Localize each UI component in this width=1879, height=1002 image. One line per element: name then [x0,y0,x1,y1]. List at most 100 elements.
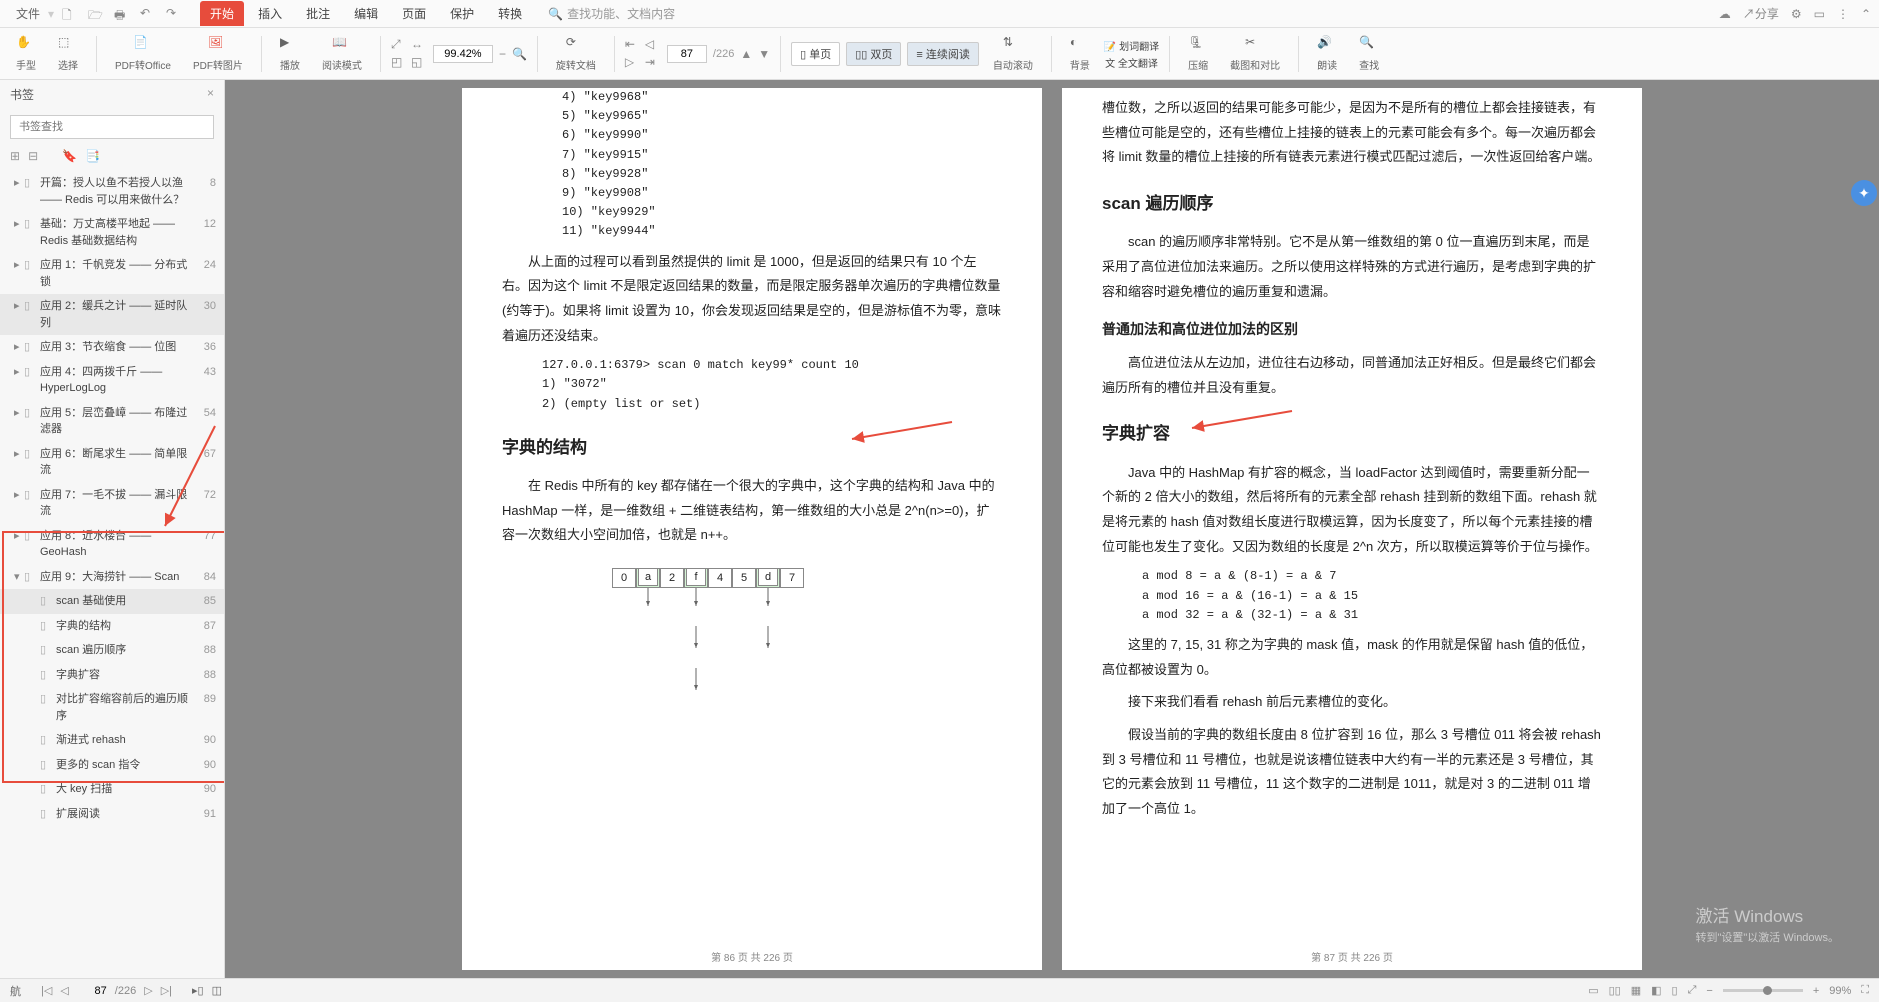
file-menu[interactable]: 文件 [8,5,48,22]
bookmark-item[interactable]: ▯扩展阅读91 [0,802,224,827]
last-icon[interactable]: ▷| [161,984,172,997]
view4-icon[interactable]: ◧ [1651,984,1661,997]
page-up-icon[interactable]: ▲ [740,47,752,61]
bookmark-item[interactable]: ▯对比扩容缩容前后的遍历顺序89 [0,687,224,728]
bookmark-item[interactable]: ▾▯应用 9：大海捞针 —— Scan84 [0,565,224,590]
bookmark-item[interactable]: ▸▯应用 6：断尾求生 —— 简单限流67 [0,442,224,483]
tab-protect[interactable]: 保护 [440,1,484,26]
zoom-in-icon[interactable]: 🔍 [512,47,527,61]
bookmark-item[interactable]: ▸▯应用 7：一毛不拔 —— 漏斗限流72 [0,483,224,524]
bookmark-icon[interactable]: 🔖 [62,149,77,163]
speak-button[interactable]: 🔊朗读 [1309,35,1345,72]
pdf-to-image[interactable]: 🖼PDF转图片 [185,35,251,72]
double-page-button[interactable]: ▯▯ 双页 [846,42,901,66]
compress-button[interactable]: 🗜压缩 [1180,35,1216,72]
bookmark-item[interactable]: ▯更多的 scan 指令90 [0,753,224,778]
bookmark-item[interactable]: ▸▯应用 2：缓兵之计 —— 延时队列30 [0,294,224,335]
zoom1-icon[interactable]: ◰ [391,55,407,71]
auto-scroll[interactable]: ⇅自动滚动 [985,35,1041,72]
close-sidebar-icon[interactable]: × [207,86,214,103]
read-mode[interactable]: 📖阅读模式 [314,35,370,72]
zoom2-icon[interactable]: ◱ [411,55,427,71]
word-translate[interactable]: 📝 划词翻译 [1104,38,1159,53]
cloud-icon[interactable]: ☁ [1719,7,1731,21]
view6-icon[interactable]: ⤢ [1688,984,1697,997]
tab-annotate[interactable]: 批注 [296,1,340,26]
sidebar-toggle-icon[interactable]: ▸▯ [192,984,204,997]
bookmark-item[interactable]: ▸▯应用 8：近水楼台 —— GeoHash77 [0,524,224,565]
tab-page[interactable]: 页面 [392,1,436,26]
find-button[interactable]: 🔍查找 [1351,35,1387,72]
bookmark-item[interactable]: ▯scan 基础使用85 [0,589,224,614]
chevron-up-icon[interactable]: ⌃ [1861,7,1871,21]
tab-edit[interactable]: 编辑 [344,1,388,26]
pdf-to-office[interactable]: 📄PDF转Office [107,35,179,72]
fullscreen-icon[interactable]: ⛶ [1861,984,1869,997]
zoom-width-icon[interactable]: ↔ [411,37,427,53]
tab-start[interactable]: 开始 [200,1,244,26]
paragraph: 假设当前的字典的数组长度由 8 位扩容到 16 位，那么 3 号槽位 011 将… [1102,723,1602,822]
new-icon[interactable]: 🗋 [62,6,78,22]
global-search[interactable]: 查找功能、文档内容 [567,5,675,22]
page-input[interactable] [667,45,707,63]
next-page-icon[interactable]: ▷ [625,55,641,71]
bookmark-item[interactable]: ▯scan 遍历顺序88 [0,638,224,663]
prev-page-icon[interactable]: ◁ [645,37,661,53]
tab-insert[interactable]: 插入 [248,1,292,26]
last-page-icon[interactable]: ⇥ [645,55,661,71]
view3-icon[interactable]: ▦ [1631,984,1641,997]
single-page-button[interactable]: ▯ 单页 [791,42,840,66]
first-icon[interactable]: |◁ [41,984,52,997]
rotate-button[interactable]: ⟳旋转文档 [548,35,604,72]
assistant-badge[interactable]: ✦ [1851,180,1877,206]
view2-icon[interactable]: ▯▯ [1609,984,1621,997]
bookmark-item[interactable]: ▸▯应用 3：节衣缩食 —— 位图36 [0,335,224,360]
continuous-button[interactable]: ≡ 连续阅读 [907,42,978,66]
more-icon[interactable]: ⋮ [1837,7,1849,21]
print-icon[interactable]: 🖶 [114,6,130,22]
zoom-in-status[interactable]: + [1813,985,1819,997]
tab-convert[interactable]: 转换 [488,1,532,26]
zoom-fit-icon[interactable]: ⤢ [391,37,407,53]
background-button[interactable]: ◐背景 [1062,35,1098,72]
panel-icon[interactable]: ◫ [212,984,222,997]
page-total: /226 [713,48,734,60]
next-icon[interactable]: ▷ [144,984,152,997]
bookmark-item[interactable]: ▸▯应用 4：四两拨千斤 —— HyperLogLog43 [0,360,224,401]
hand-tool[interactable]: ✋手型 [8,35,44,72]
status-page-total: /226 [115,985,136,997]
heading-dict-structure: 字典的结构 [502,432,1002,464]
undo-icon[interactable]: ↶ [140,6,156,22]
bookmark-item[interactable]: ▯渐进式 rehash90 [0,728,224,753]
bookmark-item[interactable]: ▸▯应用 5：层峦叠嶂 —— 布隆过滤器54 [0,401,224,442]
crop-compare[interactable]: ✂截图和对比 [1222,35,1288,72]
bookmark-item[interactable]: ▯字典的结构87 [0,614,224,639]
bookmark-item[interactable]: ▯字典扩容88 [0,663,224,688]
open-icon[interactable]: 🗁 [88,6,104,22]
full-translate[interactable]: 文 全文翻译 [1105,55,1158,70]
view1-icon[interactable]: ▭ [1588,984,1598,997]
bookmark-item[interactable]: ▸▯应用 1：千帆竞发 —— 分布式锁24 [0,253,224,294]
play-button[interactable]: ▶播放 [272,35,308,72]
first-page-icon[interactable]: ⇤ [625,37,641,53]
bookmark-item[interactable]: ▯大 key 扫描90 [0,777,224,802]
select-tool[interactable]: ⬚选择 [50,35,86,72]
redo-icon[interactable]: ↷ [166,6,182,22]
prev-icon[interactable]: ◁ [60,984,68,997]
bookmark-item[interactable]: ▸▯基础：万丈高楼平地起 —— Redis 基础数据结构12 [0,212,224,253]
window-icon[interactable]: ▭ [1814,7,1825,21]
page-down-icon[interactable]: ▼ [758,47,770,61]
status-page-input[interactable] [77,985,107,997]
zoom-out-icon[interactable]: − [499,47,506,61]
collapse-all-icon[interactable]: ⊟ [28,149,38,163]
bookmark-item[interactable]: ▸▯开篇：授人以鱼不若授人以渔 —— Redis 可以用来做什么？8 [0,171,224,212]
view5-icon[interactable]: ▯ [1672,984,1678,997]
zoom-slider[interactable] [1723,989,1803,992]
zoom-input[interactable] [433,45,493,63]
bookmark-search-input[interactable] [10,115,214,139]
settings-icon[interactable]: ⚙ [1791,7,1802,21]
share-button[interactable]: ↗分享 [1743,5,1779,22]
zoom-out-status[interactable]: − [1706,985,1712,997]
bookmark-alt-icon[interactable]: 📑 [85,149,100,163]
expand-all-icon[interactable]: ⊞ [10,149,20,163]
